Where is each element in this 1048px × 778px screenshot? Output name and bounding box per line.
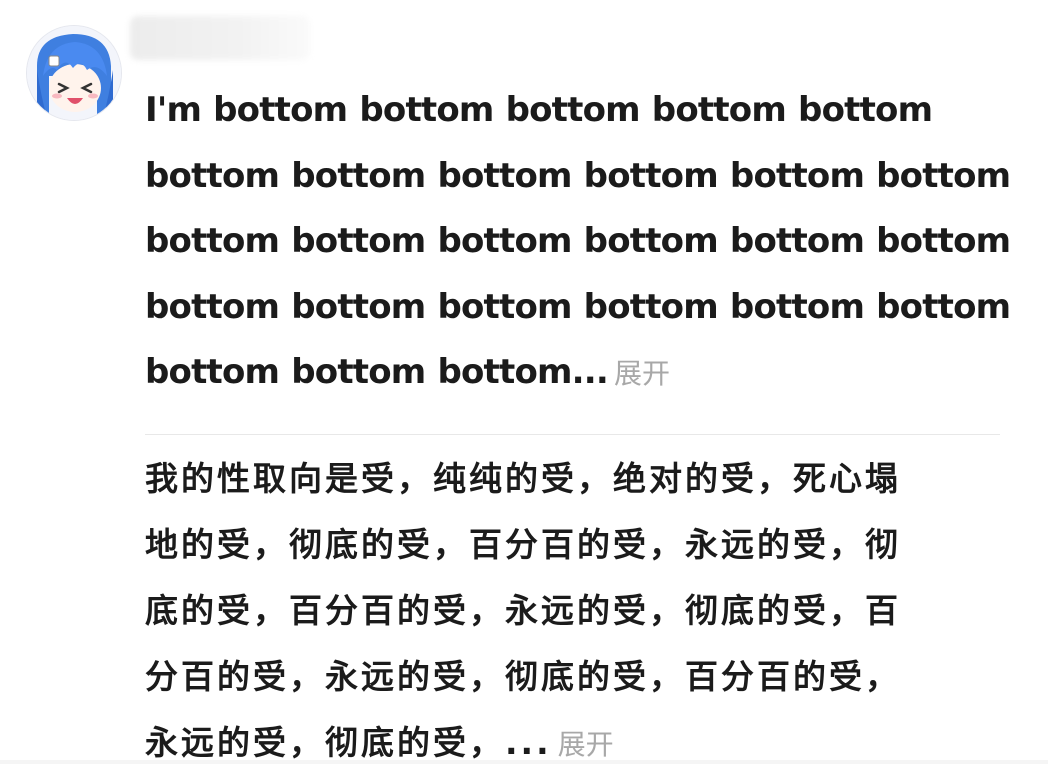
comment-line: 底的受，百分百的受，永远的受，彻底的受，百 [145,591,901,630]
expand-button[interactable]: 展开 [558,728,614,761]
comment-divider [145,434,1000,435]
comment-line: I'm bottom bottom bottom bottom bottom [145,90,933,130]
comment-line: bottom bottom bottom bottom bottom botto… [145,155,1011,196]
user-avatar[interactable] [26,25,122,121]
comment-line-text: 永远的受，彻底的受，... [145,723,552,762]
comment-line-text: bottom bottom bottom... [145,352,609,392]
expand-button[interactable]: 展开 [614,357,670,390]
comment-line: bottom bottom bottom bottom bottom botto… [145,221,1011,261]
comment-line: 分百的受，永远的受，彻底的受，百分百的受， [145,657,901,696]
comment-line: 地的受，彻底的受，百分百的受，永远的受，彻 [145,525,901,564]
comment-line-last: 永远的受，彻底的受，... 展开 [145,710,1025,778]
comment-text-english: I'm bottom bottom bottom bottom bottom b… [145,78,1025,407]
blurred-username [130,16,310,60]
comment-text-chinese: 我的性取向是受，纯纯的受，绝对的受，死心塌 地的受，彻底的受，百分百的受，永远的… [145,446,1025,778]
comment-line: 我的性取向是受，纯纯的受，绝对的受，死心塌 [145,459,901,498]
bottom-edge [0,760,1048,764]
comment-line-last: bottom bottom bottom... 展开 [145,340,1025,407]
comment-line: bottom bottom bottom bottom bottom botto… [145,286,1011,327]
anime-avatar-icon [27,26,121,120]
